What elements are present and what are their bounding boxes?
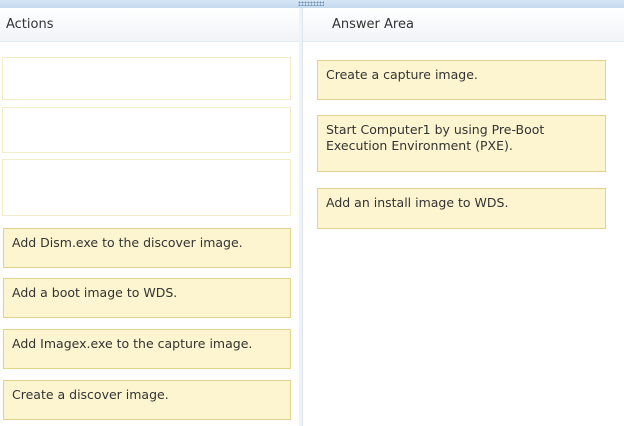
resize-grip-icon[interactable]: [298, 1, 324, 6]
answer-item[interactable]: Create a capture image.: [317, 60, 606, 100]
answer-item[interactable]: Add an install image to WDS.: [317, 188, 606, 229]
empty-action-slot: [2, 159, 291, 216]
action-item[interactable]: Add Dism.exe to the discover image.: [3, 228, 291, 268]
drag-drop-exercise: Actions Answer Area Add Dism.exe to the …: [0, 0, 624, 426]
action-item[interactable]: Add Imagex.exe to the capture image.: [3, 329, 291, 369]
answer-item[interactable]: Start Computer1 by using Pre-Boot Execut…: [317, 115, 606, 172]
action-item[interactable]: Add a boot image to WDS.: [3, 278, 291, 318]
empty-action-slot: [2, 107, 291, 153]
answer-area-header: Answer Area: [303, 8, 624, 42]
actions-header: Actions: [0, 8, 299, 42]
action-item[interactable]: Create a discover image.: [3, 380, 291, 420]
empty-action-slot: [2, 57, 291, 100]
